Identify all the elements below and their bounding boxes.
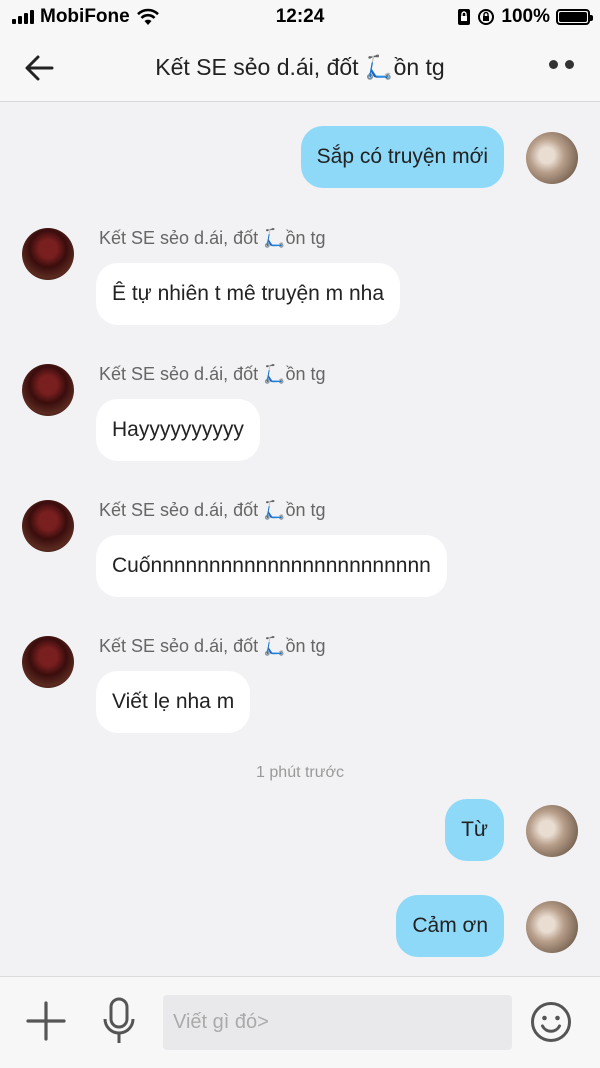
sender-name: Kết SE sẻo d.ái, đốt 🛴ồn tg bbox=[99, 364, 326, 384]
incoming-message[interactable]: Hayyyyyyyyyy bbox=[96, 399, 260, 461]
chat-header: Kết SE sẻo d.ái, đốt 🛴ồn tg bbox=[0, 34, 600, 102]
battery-icon bbox=[556, 9, 593, 25]
message-composer bbox=[0, 976, 600, 1068]
sender-name: Kết SE sẻo d.ái, đốt 🛴ồn tg bbox=[99, 228, 326, 248]
outgoing-message[interactable]: Sắp có truyện mới bbox=[300, 126, 504, 188]
sender-avatar[interactable] bbox=[22, 364, 74, 416]
orientation-lock-icon bbox=[478, 9, 495, 25]
my-avatar[interactable] bbox=[526, 132, 578, 184]
smiley-icon[interactable] bbox=[530, 1001, 572, 1043]
my-avatar[interactable] bbox=[526, 901, 578, 953]
sender-name: Kết SE sẻo d.ái, đốt 🛴ồn tg bbox=[99, 500, 326, 520]
my-avatar[interactable] bbox=[526, 805, 578, 857]
message-input[interactable] bbox=[163, 995, 512, 1050]
incoming-message[interactable]: Ê tự nhiên t mê truyện m nha bbox=[96, 263, 401, 325]
more-dots-icon[interactable] bbox=[549, 60, 574, 69]
status-bar: MobiFone 12:24 100% bbox=[0, 0, 600, 34]
microphone-icon[interactable] bbox=[102, 997, 136, 1045]
battery-percent: 100% bbox=[501, 6, 550, 27]
sender-avatar[interactable] bbox=[22, 228, 74, 280]
incoming-message[interactable]: Viết lẹ nha m bbox=[96, 671, 251, 733]
outgoing-message[interactable]: Cảm ơn bbox=[396, 895, 504, 957]
plus-icon[interactable] bbox=[26, 1001, 66, 1041]
sender-avatar[interactable] bbox=[22, 500, 74, 552]
message-list[interactable]: Sắp có truyện mới Kết SE sẻo d.ái, đốt 🛴… bbox=[0, 102, 600, 976]
sender-avatar[interactable] bbox=[22, 636, 74, 688]
message-timestamp: 1 phút trước bbox=[256, 764, 344, 781]
outgoing-message[interactable]: Từ bbox=[445, 799, 504, 861]
chat-title[interactable]: Kết SE sẻo d.ái, đốt 🛴ồn tg bbox=[100, 54, 500, 81]
portrait-lock-icon bbox=[458, 9, 471, 25]
incoming-message[interactable]: Cuốnnnnnnnnnnnnnnnnnnnnnnnn bbox=[96, 535, 447, 597]
arrow-left-icon[interactable] bbox=[20, 50, 60, 86]
sender-name: Kết SE sẻo d.ái, đốt 🛴ồn tg bbox=[99, 636, 326, 656]
